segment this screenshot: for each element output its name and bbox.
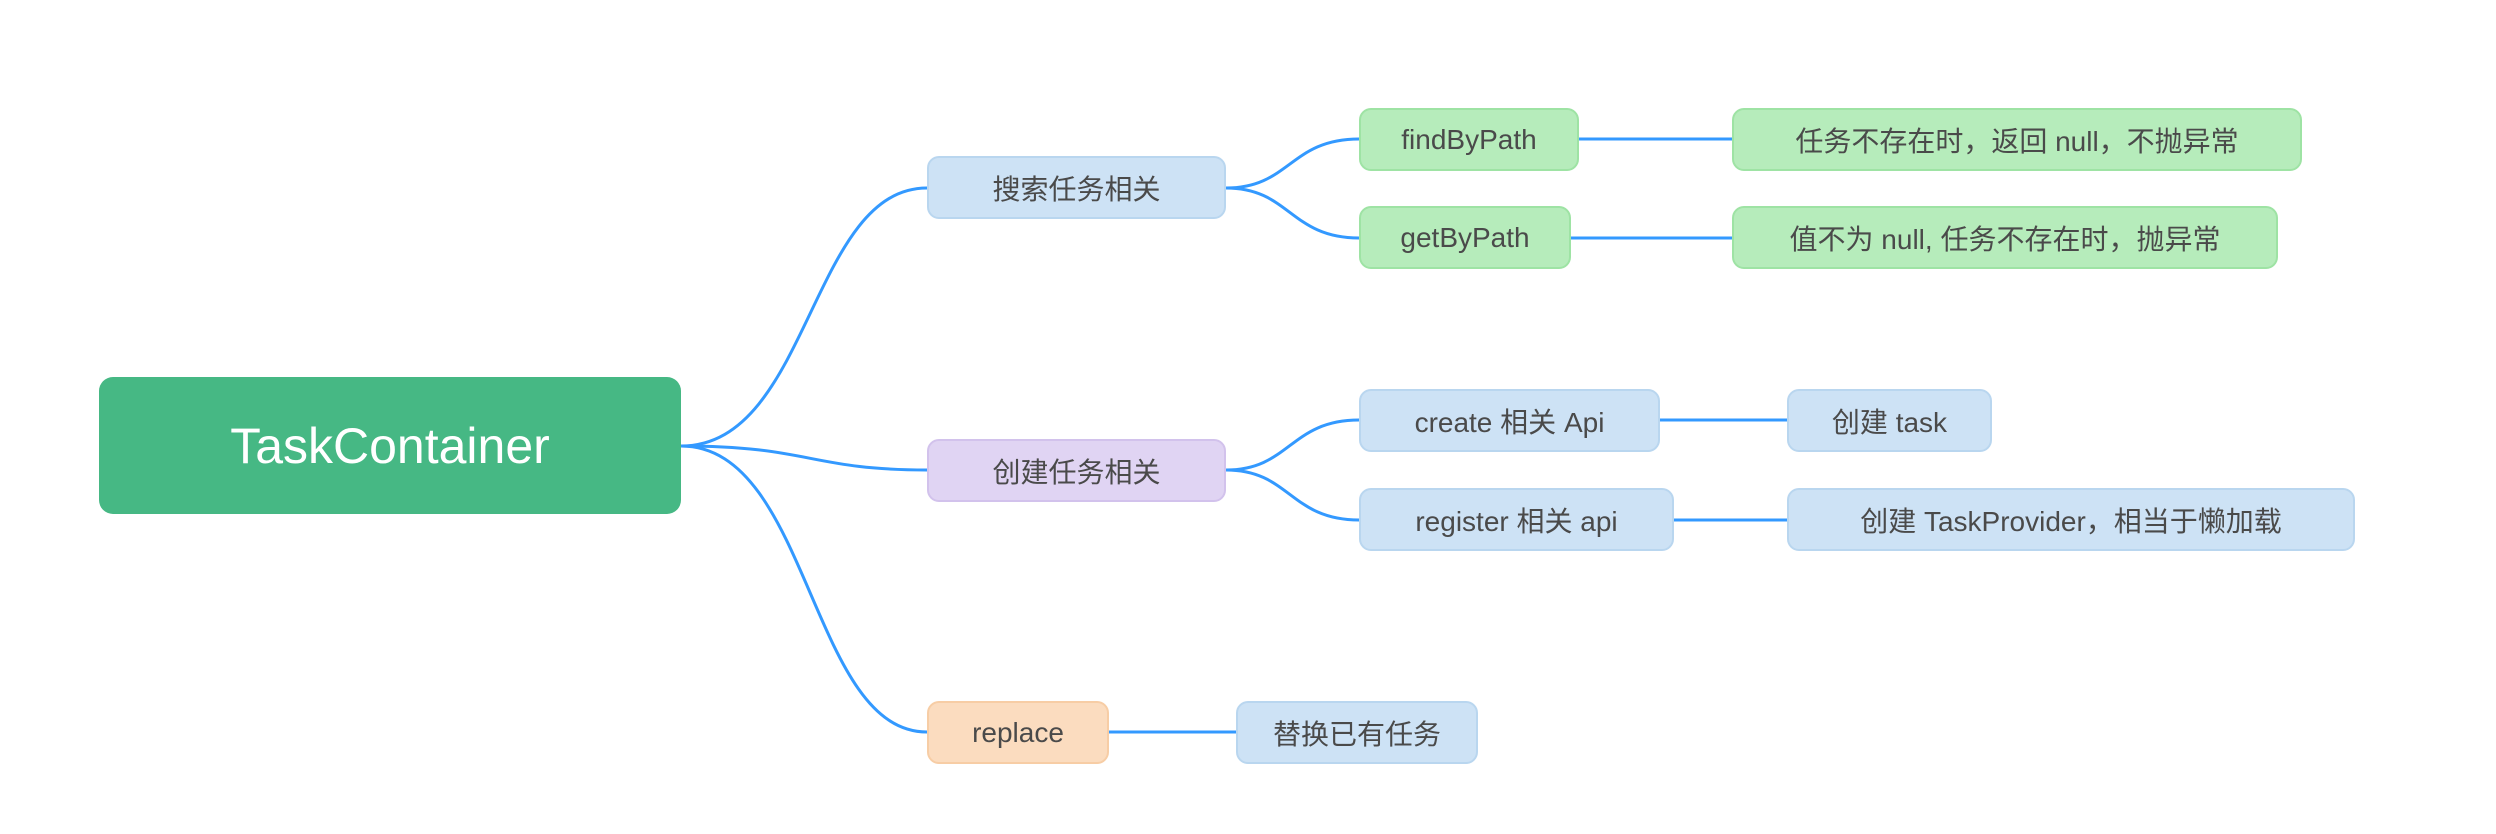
root-node[interactable]: TaskContainer [99, 377, 681, 514]
node-replace-desc[interactable]: 替换已有任务 [1236, 701, 1478, 764]
node-create-api[interactable]: create 相关 Api [1359, 389, 1660, 452]
node-register-api[interactable]: register 相关 api [1359, 488, 1674, 551]
node-findByPath[interactable]: findByPath [1359, 108, 1579, 171]
link-root-create [681, 446, 927, 470]
node-replace[interactable]: replace [927, 701, 1109, 764]
link-root-replace [681, 446, 927, 732]
link-root-search [681, 188, 927, 446]
node-create[interactable]: 创建任务相关 [927, 439, 1226, 502]
link-create-createapi [1226, 420, 1359, 470]
node-findByPath-desc[interactable]: 任务不存在时，返回 null，不抛异常 [1732, 108, 2302, 171]
node-getByPath[interactable]: getByPath [1359, 206, 1571, 269]
node-register-api-desc[interactable]: 创建 TaskProvider，相当于懒加载 [1787, 488, 2355, 551]
link-search-getByPath [1226, 188, 1359, 238]
link-search-findByPath [1226, 139, 1359, 188]
link-create-register [1226, 470, 1359, 520]
node-search[interactable]: 搜索任务相关 [927, 156, 1226, 219]
node-getByPath-desc[interactable]: 值不为 null, 任务不存在时，抛异常 [1732, 206, 2278, 269]
node-create-api-desc[interactable]: 创建 task [1787, 389, 1992, 452]
